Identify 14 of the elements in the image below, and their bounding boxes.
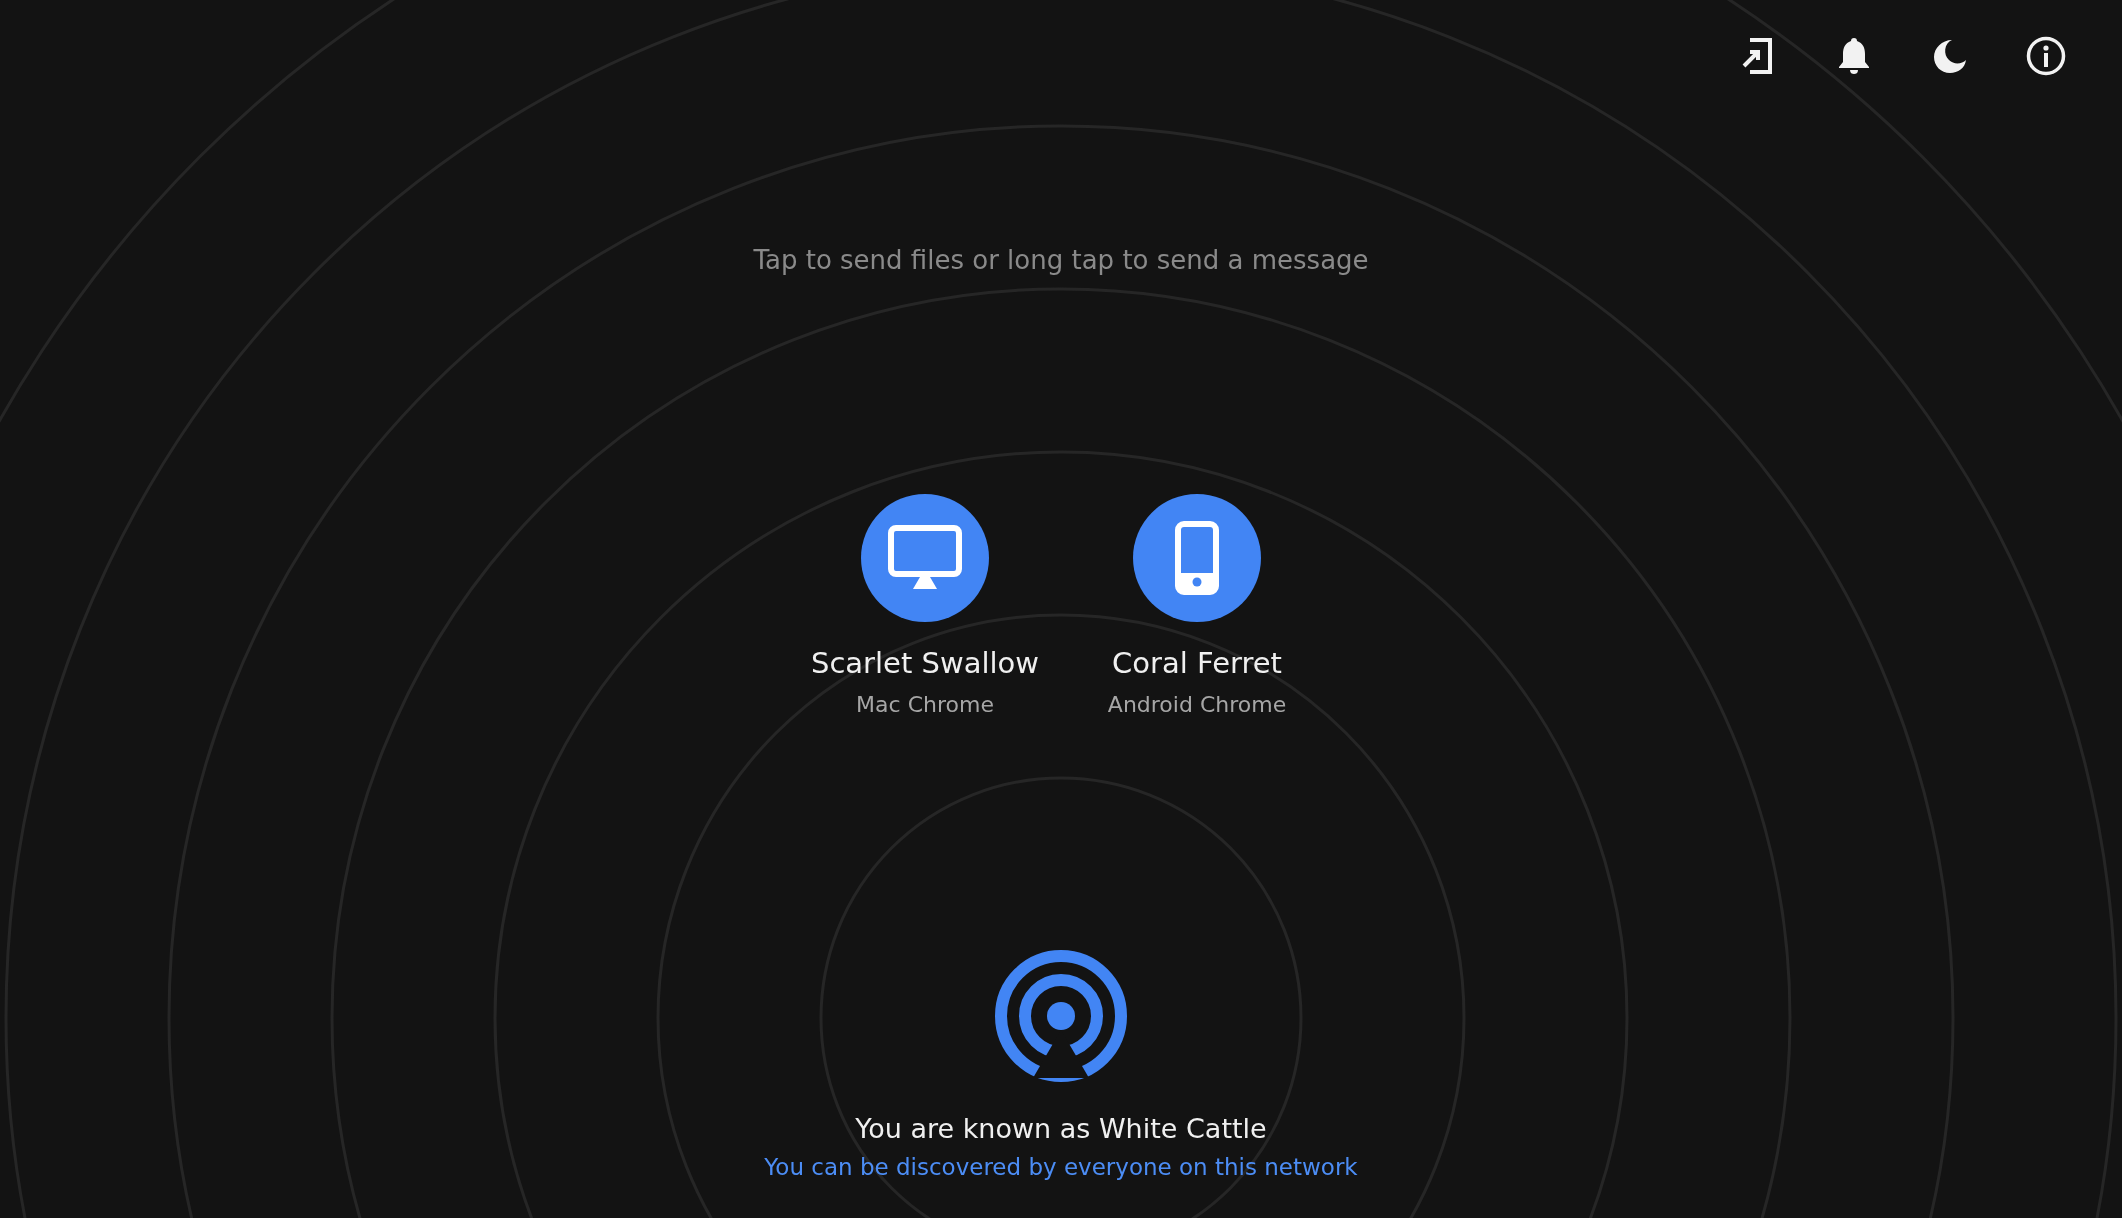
self-name-text: You are known as White Cattle [855,1112,1267,1146]
moon-icon [1932,38,1968,74]
broadcast-icon [993,948,1129,1084]
peer-name: Scarlet Swallow [811,645,1039,682]
peer-name: Coral Ferret [1112,645,1282,682]
info-button[interactable] [2024,34,2068,78]
phone-icon [1175,521,1219,595]
monitor-icon [888,525,962,591]
peer-device-label: Android Chrome [1107,691,1287,719]
bell-icon [1836,36,1872,76]
peer-device-label: Mac Chrome [856,691,994,719]
instruction-text: Tap to send files or long tap to send a message [753,244,1369,277]
discovery-status-text: You can be discovered by everyone on this network [764,1153,1358,1182]
info-icon [2026,36,2066,76]
